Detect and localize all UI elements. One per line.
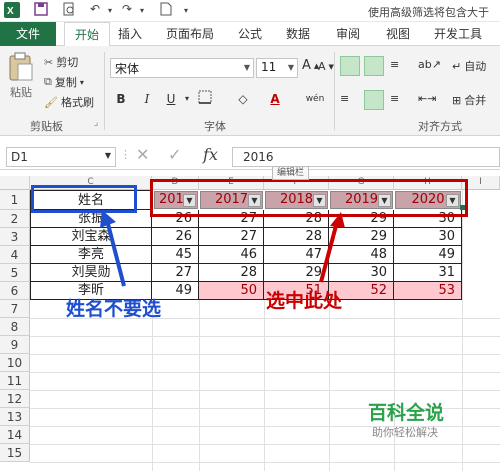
font-name-combo[interactable]: 宋体 ▼ [110,58,254,78]
formula-input[interactable]: 2016 [232,147,500,167]
copy-button[interactable]: ⧉ 复制 ▾ [44,74,84,90]
red-arrow-icon [319,221,339,283]
tab-formulas[interactable]: 公式 [238,25,262,42]
svg-text:X: X [7,6,14,17]
new-file-icon[interactable] [160,2,172,20]
format-painter-label: 格式刷 [60,96,94,109]
tab-view[interactable]: 视图 [386,25,410,42]
border-icon[interactable] [196,90,214,108]
title-bar: X ↶ ▾ ↷ ▾ ▾ 使用高级筛选将包含大于 [0,0,500,22]
chevron-down-icon[interactable]: ▾ [178,90,196,108]
increase-font-icon[interactable]: A ▲ [302,58,319,73]
indent-icon[interactable]: ⇤⇥ [418,92,436,105]
insert-function-button[interactable]: fx [203,145,218,164]
red-arrowhead-icon [330,212,345,228]
paintbrush-icon: 🖌 [44,95,58,109]
tab-data[interactable]: 数据 [286,25,310,42]
scissors-icon: ✂ [44,55,54,69]
ribbon-tabs: 文件 开始 插入 页面布局 公式 数据 审阅 视图 开发工具 [0,22,500,47]
excel-logo-icon: X [4,2,20,20]
window-title: 使用高级筛选将包含大于 [368,6,489,19]
wrap-text-button[interactable]: ↵ 自动 [452,58,486,74]
clipboard-group-label: 剪贴板 [30,120,63,133]
watermark-title: 百科全说 [368,402,445,424]
save-icon[interactable] [34,2,48,20]
watermark-subtitle: 助你轻松解决 [372,426,438,439]
print-preview-icon[interactable] [62,2,76,20]
font-group-label: 字体 [204,120,226,133]
ribbon: 粘贴 ✂ 剪切 ⧉ 复制 ▾ 🖌 格式刷 剪贴板 ⌟ 宋体 ▼ 11 ▼ A ▲ … [0,46,500,136]
tab-review[interactable]: 审阅 [336,25,360,42]
tab-file[interactable]: 文件 [0,22,56,46]
font-name-value: 宋体 [115,62,140,76]
alignment-group-label: 对齐方式 [418,120,462,133]
clipboard-icon [9,52,33,81]
merge-label: 合并 [464,94,487,107]
align-middle-button[interactable] [364,56,384,76]
align-left-icon[interactable]: ≡ [340,92,349,105]
font-size-combo[interactable]: 11 ▼ [256,58,298,78]
name-box-value: D1 [11,150,28,164]
wrap-text-label: 自动 [464,60,487,73]
formula-bar-tooltip: 编辑栏 [272,166,310,180]
orientation-icon[interactable]: ab↗ [418,58,441,71]
copy-label: 复制 [54,76,77,89]
red-annotation-text: 选中此处 [266,290,343,312]
copy-icon: ⧉ [44,75,52,88]
ribbon-separator [334,52,335,130]
tab-developer[interactable]: 开发工具 [434,25,482,42]
tab-page-layout[interactable]: 页面布局 [166,25,214,42]
font-size-value: 11 [261,60,277,74]
blue-annotation-text: 姓名不要选 [66,298,162,320]
redo-icon[interactable]: ↷ [122,2,132,20]
chevron-down-icon: ▼ [287,63,294,72]
italic-button[interactable]: I [138,90,156,108]
paste-button[interactable]: 粘贴 [8,52,34,100]
worksheet[interactable]: C D E F G H I 1 2 3 4 5 6 7 8 9 10 11 12… [0,176,500,471]
drag-handle-icon[interactable]: ⋮ [120,148,131,161]
cut-label: 剪切 [56,56,79,69]
cut-button[interactable]: ✂ 剪切 [44,54,78,70]
chevron-down-icon: ▼ [243,63,250,72]
wrap-text-icon: ↵ [452,59,462,73]
format-painter-button[interactable]: 🖌 格式刷 [44,94,94,110]
align-top-button[interactable] [340,56,360,76]
name-box[interactable]: D1 ▼ [6,147,116,167]
blue-arrow-icon [105,219,126,287]
merge-center-button[interactable]: ⊞ 合并 [452,92,486,108]
decrease-font-icon[interactable]: A ▼ [318,60,334,73]
bold-button[interactable]: B [112,90,130,108]
align-bottom-icon[interactable]: ≡ [390,58,399,71]
phonetic-icon[interactable]: wén [304,90,326,108]
tab-home[interactable]: 开始 [64,22,111,47]
cancel-icon[interactable]: ✕ [136,145,149,164]
fill-color-icon[interactable]: ◇ [234,90,252,108]
font-color-icon[interactable]: A [266,90,284,108]
formula-bar: D1 ▼ ⋮ ✕ ✓ fx 2016 [0,140,500,170]
merge-icon: ⊞ [452,93,462,107]
ribbon-separator [104,52,105,130]
paste-label: 粘贴 [10,86,32,99]
chevron-down-icon: ▾ [79,77,84,87]
chevron-down-icon: ▼ [104,151,111,160]
align-right-icon[interactable]: ≡ [390,92,399,105]
tab-insert[interactable]: 插入 [118,25,142,42]
align-center-button[interactable] [364,90,384,110]
dialog-launcher-icon[interactable]: ⌟ [94,118,98,128]
enter-icon[interactable]: ✓ [168,145,181,164]
undo-icon[interactable]: ↶ [90,2,100,20]
